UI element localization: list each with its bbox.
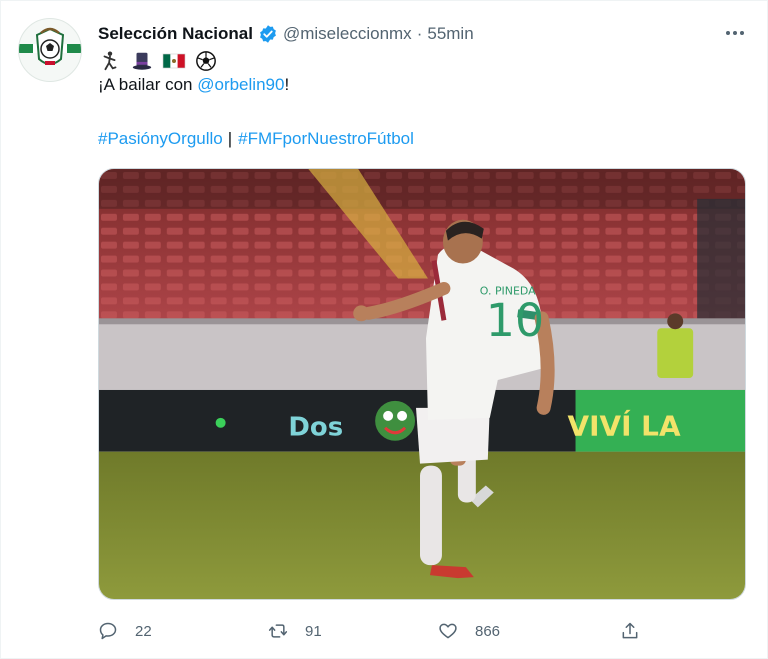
- retweet-icon: [268, 624, 288, 638]
- jersey-name: O. PINEDA: [480, 284, 536, 297]
- share-button[interactable]: [620, 618, 640, 644]
- mention-link[interactable]: @orbelin90: [197, 75, 284, 94]
- tweet-text-prefix: ¡A bailar con: [98, 75, 198, 94]
- author-name[interactable]: Selección Nacional: [98, 24, 253, 44]
- hashtag-line: #PasiónyOrgullo | #FMFporNuestroFútbol: [98, 129, 414, 149]
- tweet-header: Selección Nacional @miseleccionmx · 55mi…: [98, 21, 474, 47]
- more-dot-icon: [726, 31, 730, 35]
- author-avatar[interactable]: [18, 18, 82, 82]
- reply-button[interactable]: 22: [98, 618, 152, 644]
- soccer-ball-emoji-icon: [194, 49, 218, 73]
- reply-icon: [99, 622, 117, 640]
- more-dot-icon: [733, 31, 737, 35]
- more-options-button[interactable]: [721, 23, 749, 43]
- federation-crest-icon: [19, 27, 81, 65]
- like-button[interactable]: 866: [438, 618, 500, 644]
- tweet-actions: 22 91 866: [98, 618, 658, 644]
- emoji-row: [98, 49, 218, 73]
- dancer-emoji-icon: [98, 49, 122, 73]
- hashtag-fmfpornuestrofutbol-link[interactable]: #FMFporNuestroFútbol: [238, 129, 414, 148]
- tweet-text: ¡A bailar con @orbelin90!: [98, 75, 289, 95]
- like-count: 866: [475, 622, 501, 640]
- retweet-count: 91: [305, 622, 322, 640]
- header-separator: ·: [416, 24, 423, 43]
- retweet-button[interactable]: 91: [268, 618, 322, 644]
- soccer-player-photo: Dos VIVÍ LA 10 O. PINEDA: [99, 169, 745, 599]
- tweet-photo[interactable]: Dos VIVÍ LA 10 O. PINEDA: [98, 168, 746, 600]
- heart-icon: [439, 623, 457, 639]
- tweet-card[interactable]: Selección Nacional @miseleccionmx · 55mi…: [0, 0, 768, 659]
- hashtag-separator: |: [227, 129, 233, 148]
- more-dot-icon: [740, 31, 744, 35]
- board-left-text: Dos: [288, 413, 343, 443]
- tweet-text-suffix: !: [284, 75, 290, 94]
- board-right-text: VIVÍ LA: [568, 409, 681, 443]
- jersey-number: 10: [486, 293, 544, 347]
- mexico-flag-emoji-icon: [162, 49, 186, 73]
- share-icon: [622, 622, 638, 639]
- author-handle[interactable]: @miseleccionmx: [283, 24, 412, 44]
- tweet-timestamp[interactable]: 55min: [427, 24, 473, 44]
- hashtag-pasionyorgullo-link[interactable]: #PasiónyOrgullo: [98, 129, 223, 148]
- top-hat-emoji-icon: [130, 49, 154, 73]
- verified-badge-icon: [260, 25, 276, 43]
- reply-count: 22: [135, 622, 152, 640]
